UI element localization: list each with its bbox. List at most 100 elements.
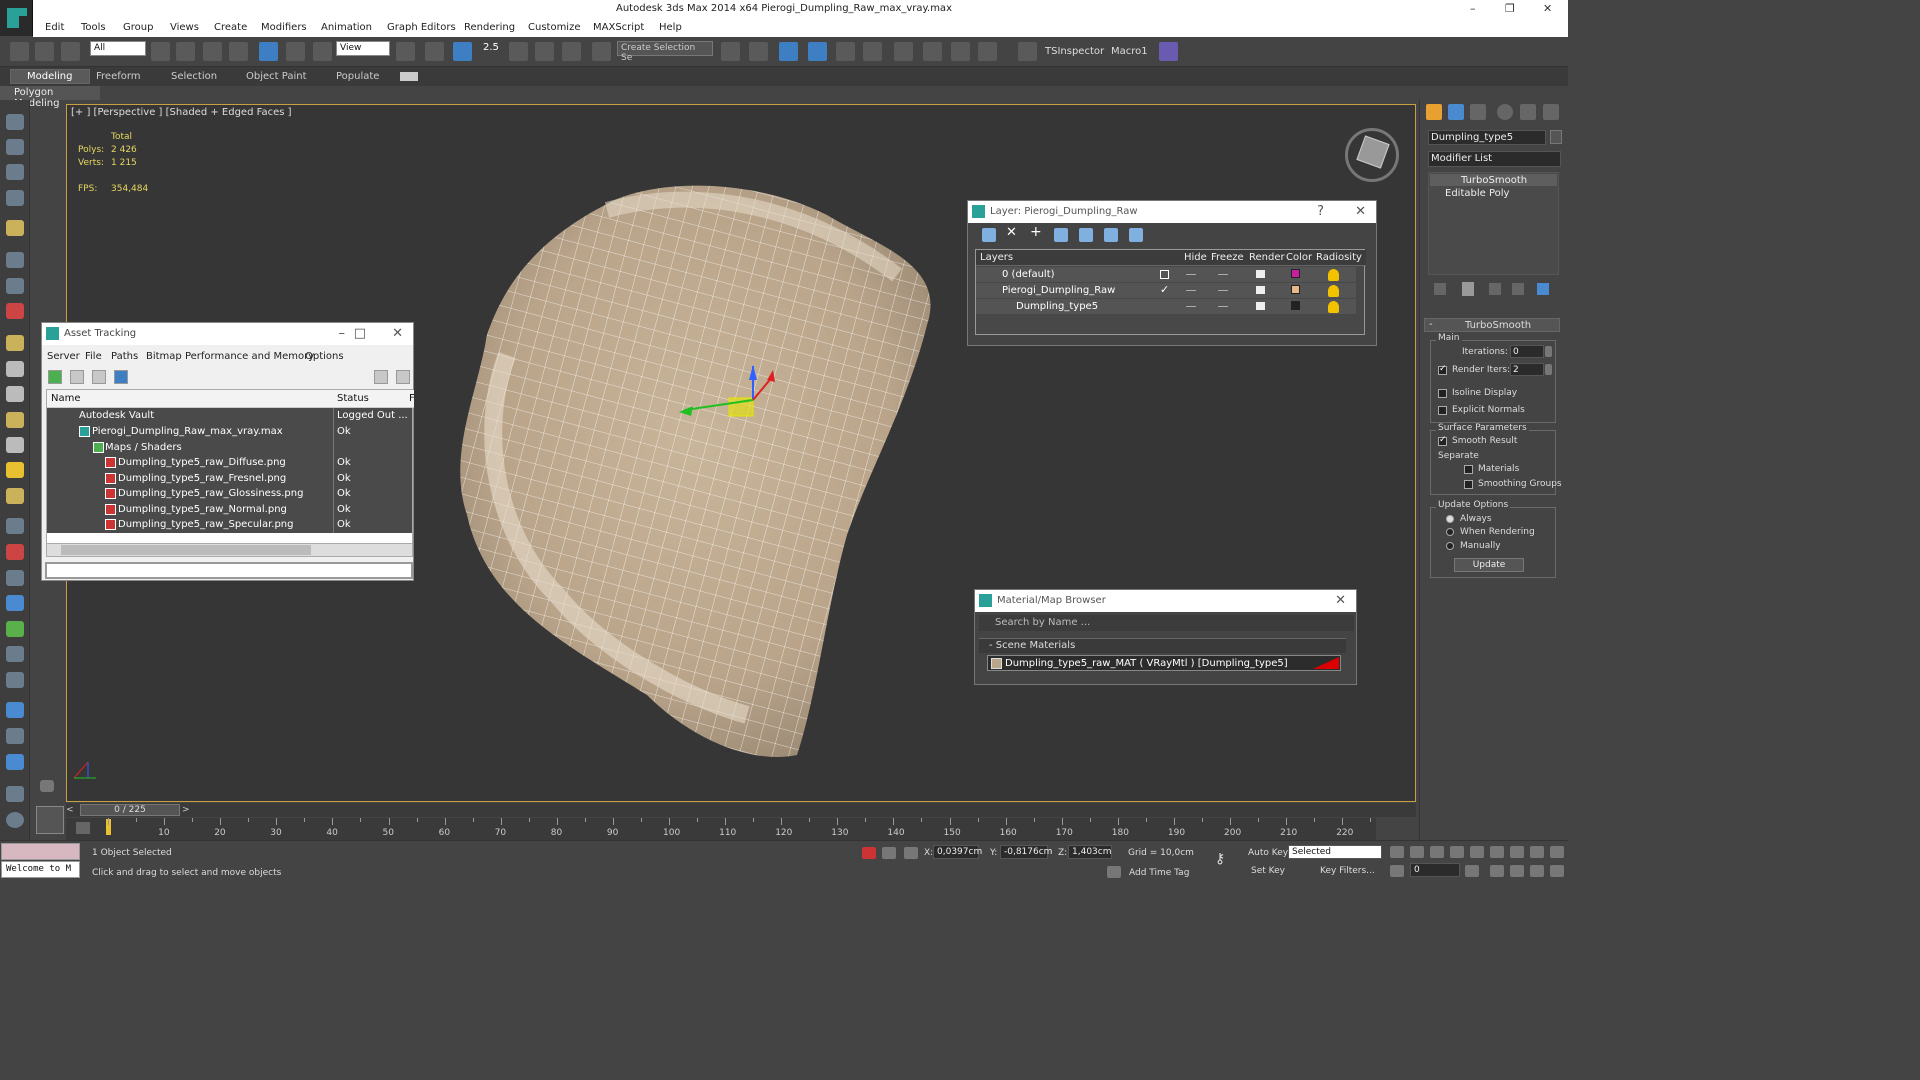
material-editor-icon[interactable] <box>894 42 913 61</box>
snap-toggle-icon[interactable]: 2.5 <box>483 42 502 61</box>
orbit-icon[interactable] <box>1530 865 1544 877</box>
macro-label[interactable]: Macro1 <box>1111 46 1148 57</box>
select-move-icon[interactable] <box>259 42 278 61</box>
percent-snap-icon[interactable] <box>535 42 554 61</box>
table-row[interactable]: Dumpling_type5_raw_Diffuse.png Ok <box>47 455 412 471</box>
tab-modeling[interactable]: Modeling <box>10 69 90 84</box>
zoom-icon[interactable] <box>1490 846 1504 858</box>
restore-icon[interactable]: ❐ <box>1505 2 1515 15</box>
cone-icon[interactable] <box>6 437 24 453</box>
camera-icon[interactable] <box>6 252 24 268</box>
menu-maxscript[interactable]: MAXScript <box>593 22 644 33</box>
col-status[interactable]: Status <box>337 393 369 404</box>
mirror-icon[interactable] <box>721 42 740 61</box>
menu-paths[interactable]: Paths <box>111 351 138 362</box>
ribbon-toggle-icon[interactable] <box>808 42 827 61</box>
detail-view-icon[interactable] <box>92 370 106 384</box>
box-icon[interactable] <box>6 139 24 155</box>
menu-file[interactable]: File <box>85 351 102 362</box>
viewport-label[interactable]: [+ ] [Perspective ] [Shaded + Edged Face… <box>71 107 292 118</box>
always-radio[interactable] <box>1446 515 1454 523</box>
stack-item-turbosmooth[interactable]: TurboSmooth <box>1461 175 1527 186</box>
lock-icon[interactable] <box>882 847 896 859</box>
window-crossing-icon[interactable] <box>229 42 248 61</box>
move-gizmo[interactable] <box>677 360 787 440</box>
mini-viewport-icon[interactable] <box>36 806 64 834</box>
tab-populate[interactable]: Populate <box>336 71 379 82</box>
gear-icon[interactable] <box>6 595 24 611</box>
col-freeze[interactable]: Freeze <box>1211 252 1244 263</box>
bind-space-warp-icon[interactable] <box>61 42 80 61</box>
horizontal-scrollbar[interactable] <box>46 543 413 557</box>
trackbar-menu-icon[interactable] <box>76 822 90 834</box>
maximize-icon[interactable]: □ <box>354 326 366 341</box>
col-radiosity[interactable]: Radiosity <box>1316 252 1362 263</box>
menu-tools[interactable]: Tools <box>81 22 106 33</box>
hide-all-icon[interactable] <box>1104 228 1118 242</box>
light-icon[interactable] <box>6 220 24 236</box>
ribbon-options-icon[interactable] <box>400 72 418 81</box>
table-row[interactable]: Autodesk Vault Logged Out ... <box>47 408 412 424</box>
update-button[interactable]: Update <box>1454 558 1524 572</box>
trackbar[interactable]: 10 20 30 40 50 60 70 80 90 100 110 120 130 140 150 160 1… <box>66 818 1376 840</box>
vray-icon[interactable] <box>6 754 24 770</box>
freeze-all-icon[interactable] <box>1129 228 1143 242</box>
render-production-icon[interactable] <box>978 42 997 61</box>
expand-arrow-icon[interactable] <box>40 780 54 792</box>
col-hide[interactable]: Hide <box>1184 252 1207 263</box>
auto-key-button[interactable]: Auto Key <box>1248 848 1288 858</box>
foliage-icon[interactable] <box>6 621 24 637</box>
minimize-icon[interactable]: – <box>1470 2 1476 15</box>
ref-coord-dropdown[interactable]: View <box>336 41 390 56</box>
select-by-name-icon[interactable] <box>176 42 195 61</box>
curve-editor-icon[interactable] <box>836 42 855 61</box>
close-icon[interactable]: ✕ <box>1335 593 1346 608</box>
delete-icon[interactable]: ✕ <box>1006 225 1020 240</box>
menu-options[interactable]: Options <box>305 351 344 362</box>
select-rotate-icon[interactable] <box>286 42 305 61</box>
materials-checkbox[interactable] <box>1464 465 1473 474</box>
table-row[interactable]: Maps / Shaders <box>47 440 412 456</box>
list-item[interactable]: Dumpling_type5_raw_MAT ( VRayMtl ) [Dump… <box>987 655 1341 671</box>
minimize-icon[interactable]: – <box>339 326 346 341</box>
isoline-checkbox[interactable] <box>1438 389 1447 398</box>
bones-icon[interactable] <box>6 570 24 586</box>
path-field[interactable] <box>45 562 413 579</box>
unlink-icon[interactable] <box>35 42 54 61</box>
refresh-icon[interactable] <box>48 370 62 384</box>
app-logo-icon[interactable] <box>0 0 33 36</box>
sun-icon[interactable] <box>6 462 24 478</box>
utilities-tab-icon[interactable] <box>1543 104 1559 120</box>
pin-icon[interactable] <box>1434 283 1446 295</box>
new-layer-icon[interactable] <box>982 228 996 242</box>
render-teapot-icon[interactable] <box>1256 302 1265 310</box>
render-teapot-icon[interactable] <box>1256 270 1265 278</box>
document-icon[interactable] <box>6 786 24 802</box>
key-icon[interactable]: ⚷ <box>1215 851 1225 867</box>
scene-materials-section[interactable]: - Scene Materials <box>979 638 1346 653</box>
grid-icon[interactable] <box>6 190 24 206</box>
table-row[interactable]: Dumpling_type5 <box>976 299 1356 314</box>
menu-customize[interactable]: Customize <box>528 22 581 33</box>
modifier-list-dropdown[interactable]: Modifier List <box>1428 151 1561 167</box>
time-tag-icon[interactable] <box>1107 866 1121 878</box>
help-icon[interactable] <box>374 370 388 384</box>
show-end-icon[interactable] <box>1462 282 1474 296</box>
spinner-snap-icon[interactable] <box>562 42 581 61</box>
unique-icon[interactable] <box>1489 283 1501 295</box>
radiosity-icon[interactable] <box>1328 285 1339 297</box>
cylinder-icon[interactable] <box>6 412 24 428</box>
radiosity-icon[interactable] <box>1328 269 1339 281</box>
stack-item-editable-poly[interactable]: Editable Poly <box>1445 188 1509 199</box>
play-icon[interactable] <box>1430 846 1444 858</box>
material-search-input[interactable]: Search by Name ... <box>979 615 1354 631</box>
align-icon[interactable] <box>749 42 768 61</box>
select-object-icon[interactable] <box>151 42 170 61</box>
particles-icon[interactable] <box>6 518 24 534</box>
key-filters-button[interactable]: Key Filters... <box>1320 866 1375 876</box>
settings-icon[interactable] <box>396 370 410 384</box>
table-row[interactable]: Dumpling_type5_raw_Glossiness.png Ok <box>47 486 412 502</box>
radiosity-icon[interactable] <box>1328 301 1339 313</box>
manipulate-icon[interactable] <box>425 42 444 61</box>
transform-mode-icon[interactable] <box>904 847 918 859</box>
